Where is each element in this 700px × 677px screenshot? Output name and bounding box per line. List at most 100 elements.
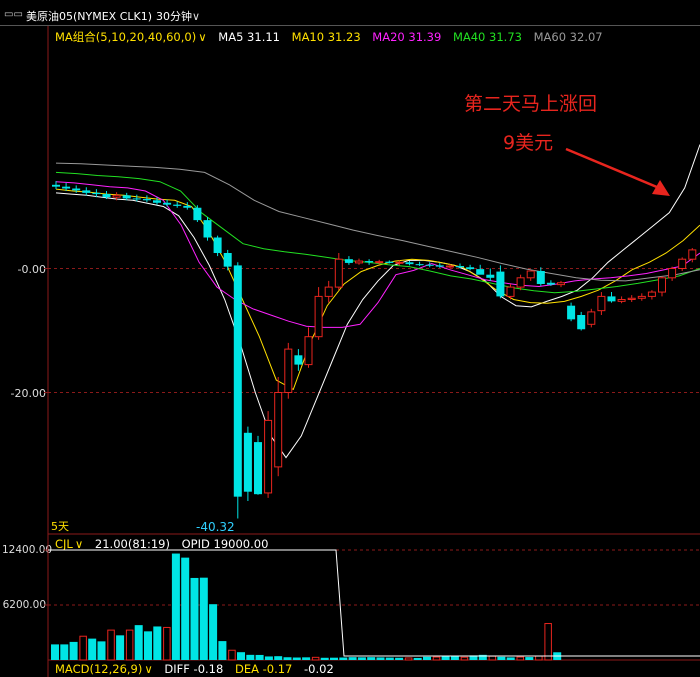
- volume-bar: [395, 657, 404, 660]
- candle-body: [82, 190, 91, 193]
- candle-body: [516, 277, 525, 288]
- volume-bar: [107, 629, 115, 661]
- candle-body: [385, 261, 394, 263]
- candle-body: [294, 355, 303, 365]
- volume-bar: [516, 656, 524, 661]
- volume-bar: [51, 644, 59, 660]
- volume-bar: [246, 654, 255, 660]
- volume-bar: [79, 635, 87, 661]
- volume-bar: [460, 656, 469, 661]
- candle-body: [112, 194, 121, 198]
- candle-body: [627, 297, 636, 301]
- volume-bar: [153, 626, 162, 660]
- candle-body: [658, 277, 666, 293]
- candle-body: [587, 311, 596, 325]
- volume-bar: [423, 656, 431, 660]
- volume-bar: [348, 657, 357, 660]
- volume-bar: [199, 577, 208, 660]
- candle-body: [577, 315, 586, 330]
- candle-body: [365, 261, 374, 263]
- ma-line-ma40: [55, 171, 700, 294]
- volume-bar: [311, 656, 320, 661]
- volume-bar: [116, 635, 125, 660]
- volume-bar: [497, 656, 506, 660]
- candle-body: [668, 268, 677, 279]
- candle-body: [415, 264, 424, 266]
- candle-body: [223, 253, 232, 267]
- volume-bar: [134, 625, 143, 660]
- candle-body: [153, 200, 161, 203]
- candle-body: [567, 305, 576, 320]
- candle-body: [647, 291, 656, 297]
- candle-body: [435, 265, 444, 267]
- volume-bar: [535, 655, 543, 661]
- candle-body: [526, 270, 535, 279]
- candle-body: [52, 184, 60, 187]
- candle-body: [233, 265, 242, 497]
- volume-bar: [144, 631, 152, 660]
- volume-bar: [88, 638, 97, 660]
- volume-bar: [163, 626, 171, 661]
- volume-bar: [357, 657, 366, 660]
- candle-body: [496, 271, 505, 297]
- volume-bar: [209, 604, 218, 660]
- volume-bar: [292, 657, 301, 660]
- volume-bar: [339, 657, 348, 660]
- volume-bar: [302, 657, 311, 660]
- candle-body: [466, 267, 475, 270]
- candle-body: [375, 261, 384, 264]
- candle-body: [254, 442, 262, 495]
- candle-body: [678, 258, 687, 270]
- candle-body: [486, 274, 495, 278]
- candlestick-chart[interactable]: [0, 0, 700, 677]
- candle-body: [142, 199, 151, 201]
- annotation-arrowhead: [652, 180, 670, 196]
- volume-bar: [264, 656, 273, 660]
- candle-body: [506, 286, 515, 297]
- candle-body: [284, 348, 293, 394]
- candle-body: [213, 237, 222, 253]
- candle-body: [536, 270, 545, 284]
- candle-body: [72, 188, 81, 191]
- annotation-arrow-shaft: [565, 147, 665, 192]
- candle-body: [405, 262, 414, 265]
- ma-line-ma10: [55, 188, 700, 391]
- volume-bar: [125, 629, 134, 661]
- volume-bar: [255, 654, 264, 660]
- candle-body: [546, 282, 555, 285]
- candle-body: [344, 259, 353, 263]
- candle-body: [557, 282, 565, 286]
- candle-body: [425, 264, 434, 266]
- candle-body: [395, 261, 404, 264]
- candle-body: [92, 192, 101, 195]
- volume-bar: [274, 656, 283, 660]
- candle-body: [334, 258, 343, 288]
- candle-body: [476, 269, 485, 275]
- volume-bar: [171, 553, 180, 660]
- candle-body: [193, 207, 202, 221]
- volume-bar: [450, 656, 459, 660]
- candle-body: [243, 432, 252, 492]
- candle-body: [355, 260, 363, 264]
- volume-bar: [330, 657, 338, 660]
- volume-bar: [432, 656, 441, 661]
- candle-body: [597, 295, 606, 312]
- volume-bar: [385, 657, 394, 660]
- volume-bar: [97, 641, 106, 660]
- volume-bar: [228, 649, 236, 661]
- volume-bar: [283, 657, 292, 660]
- volume-bar: [404, 657, 413, 661]
- volume-bar: [69, 641, 78, 660]
- candle-body: [456, 266, 464, 268]
- candle-body: [688, 249, 697, 260]
- candle-body: [607, 296, 616, 302]
- volume-bar: [488, 655, 497, 661]
- volume-bar: [367, 657, 376, 660]
- volume-bar: [237, 652, 245, 660]
- candle-body: [304, 336, 313, 366]
- volume-bar: [413, 657, 422, 660]
- volume-bar: [525, 657, 534, 660]
- candle-body: [637, 295, 646, 299]
- candle-body: [122, 195, 131, 199]
- candle-body: [617, 299, 626, 302]
